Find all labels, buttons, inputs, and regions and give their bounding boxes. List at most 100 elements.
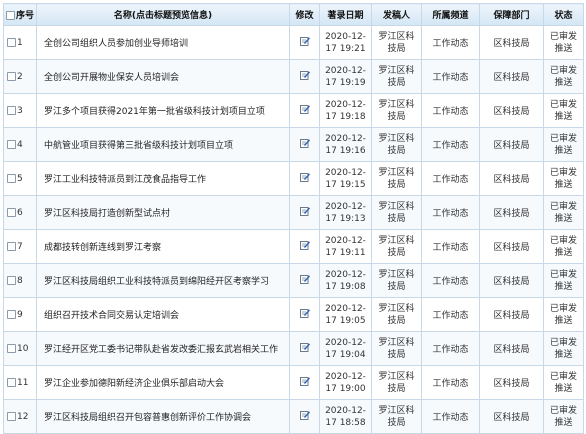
row-dept: 区科技局	[479, 263, 544, 298]
row-checkbox[interactable]	[7, 275, 16, 285]
row-publisher-line1: 罗江区科	[378, 235, 415, 246]
header-date[interactable]: 著录日期	[319, 3, 372, 26]
edit-icon[interactable]	[299, 410, 310, 423]
row-status: 已审发 推送	[543, 127, 584, 162]
row-status-line2: 推送	[554, 349, 573, 360]
row-publisher-line2: 技局	[387, 213, 406, 224]
row-status-line2: 推送	[554, 145, 573, 156]
row-checkbox[interactable]	[7, 37, 16, 47]
row-index: 7	[17, 241, 23, 252]
row-title-link[interactable]: 全创公司开展物业保安人员培训会	[36, 59, 290, 94]
row-status: 已审发 推送	[543, 331, 584, 366]
edit-icon[interactable]	[299, 376, 310, 389]
row-title-link[interactable]: 罗江区科技局打造创新型试点村	[36, 195, 290, 230]
header-index-label: 序号	[15, 11, 34, 21]
row-title-link[interactable]: 全创公司组织人员参加创业导师培训	[36, 25, 290, 60]
table-row: 3 罗江多个项目获得2021年第一批省级科技计划项目立项 2020-12- 17 19…	[3, 93, 584, 128]
edit-icon[interactable]	[299, 104, 310, 117]
row-publisher-line1: 罗江区科	[378, 371, 415, 382]
row-dept: 区科技局	[479, 25, 544, 60]
row-checkbox[interactable]	[7, 377, 16, 387]
header-publisher[interactable]: 发稿人	[371, 3, 422, 26]
row-publisher-line1: 罗江区科	[378, 201, 415, 212]
select-all-checkbox[interactable]	[5, 11, 15, 20]
row-checkbox[interactable]	[7, 173, 16, 183]
row-checkbox[interactable]	[7, 343, 16, 353]
header-status[interactable]: 状态	[543, 3, 584, 26]
row-publisher: 罗江区科 技局	[371, 229, 422, 264]
row-status: 已审发 推送	[543, 93, 584, 128]
row-index: 12	[17, 411, 29, 422]
row-edit-cell	[289, 331, 320, 366]
row-status-line1: 已审发	[549, 235, 577, 246]
row-checkbox[interactable]	[7, 241, 16, 251]
row-title-link[interactable]: 罗江工业科技特派员到江茂食品指导工作	[36, 161, 290, 196]
row-publisher: 罗江区科 技局	[371, 161, 422, 196]
row-publisher-line2: 技局	[387, 77, 406, 88]
row-date: 2020-12- 17 19:13	[319, 195, 372, 230]
row-checkbox[interactable]	[7, 105, 16, 115]
row-date-line1: 2020-12-	[325, 167, 366, 178]
row-status: 已审发 推送	[543, 161, 584, 196]
edit-icon[interactable]	[299, 274, 310, 287]
header-title[interactable]: 名称(点击标题预览信息)	[36, 3, 290, 26]
row-title-link[interactable]: 成都技转创新连线到罗江考察	[36, 229, 290, 264]
row-index-cell: 12	[3, 399, 37, 434]
row-checkbox[interactable]	[7, 411, 16, 421]
row-publisher: 罗江区科 技局	[371, 25, 422, 60]
row-title-link[interactable]: 罗江区科技局组织召开包容普惠创新评价工作协调会	[36, 399, 290, 434]
row-date-line1: 2020-12-	[325, 31, 366, 42]
table-row: 2 全创公司开展物业保安人员培训会 2020-12- 17 19:19 罗江区科 技局 工作…	[3, 59, 584, 94]
row-status-line2: 推送	[554, 213, 573, 224]
row-date-line1: 2020-12-	[325, 99, 366, 110]
row-index: 5	[17, 173, 23, 184]
row-status: 已审发 推送	[543, 365, 584, 400]
header-dept[interactable]: 保障部门	[479, 3, 544, 26]
row-dept: 区科技局	[479, 297, 544, 332]
edit-icon[interactable]	[299, 70, 310, 83]
row-title-link[interactable]: 中航管业项目获得第三批省级科技计划项目立项	[36, 127, 290, 162]
row-index: 10	[17, 343, 29, 354]
row-status-line1: 已审发	[549, 201, 577, 212]
row-status-line2: 推送	[554, 315, 573, 326]
edit-icon[interactable]	[299, 206, 310, 219]
row-index-cell: 11	[3, 365, 37, 400]
row-index-cell: 1	[3, 25, 37, 60]
row-publisher-line2: 技局	[387, 349, 406, 360]
row-title-link[interactable]: 罗江经开区党工委书记带队赴省发改委汇报玄武岩相关工作	[36, 331, 290, 366]
row-checkbox[interactable]	[7, 71, 16, 81]
row-edit-cell	[289, 93, 320, 128]
row-date-line2: 17 19:15	[325, 179, 366, 190]
row-checkbox[interactable]	[7, 139, 16, 149]
edit-icon[interactable]	[299, 36, 310, 49]
row-status-line1: 已审发	[549, 269, 577, 280]
row-publisher-line1: 罗江区科	[378, 337, 415, 348]
edit-icon[interactable]	[299, 240, 310, 253]
edit-icon[interactable]	[299, 308, 310, 321]
header-edit: 修改	[289, 3, 320, 26]
row-date-line2: 17 19:19	[325, 77, 366, 88]
header-channel[interactable]: 所属频道	[421, 3, 480, 26]
row-index: 6	[17, 207, 23, 218]
row-date: 2020-12- 17 19:21	[319, 25, 372, 60]
row-publisher-line1: 罗江区科	[378, 167, 415, 178]
row-title-link[interactable]: 罗江区科技局组织工业科技特派员到绵阳经开区考察学习	[36, 263, 290, 298]
row-status-line2: 推送	[554, 417, 573, 428]
row-status-line2: 推送	[554, 77, 573, 88]
row-checkbox[interactable]	[7, 207, 16, 217]
row-checkbox[interactable]	[7, 309, 16, 319]
row-status-line2: 推送	[554, 383, 573, 394]
edit-icon[interactable]	[299, 138, 310, 151]
table-row: 9 组织召开技术合同交易认定培训会 2020-12- 17 19:05 罗江区科 技局 工作…	[3, 297, 584, 332]
edit-icon[interactable]	[299, 172, 310, 185]
row-index-cell: 10	[3, 331, 37, 366]
row-index-cell: 7	[3, 229, 37, 264]
row-index: 1	[17, 37, 23, 48]
row-index: 4	[17, 139, 23, 150]
row-title-link[interactable]: 罗江企业参加德阳新经济企业俱乐部启动大会	[36, 365, 290, 400]
row-channel: 工作动态	[421, 263, 480, 298]
row-title-link[interactable]: 组织召开技术合同交易认定培训会	[36, 297, 290, 332]
row-status-line2: 推送	[554, 111, 573, 122]
edit-icon[interactable]	[299, 342, 310, 355]
row-title-link[interactable]: 罗江多个项目获得2021年第一批省级科技计划项目立项	[36, 93, 290, 128]
